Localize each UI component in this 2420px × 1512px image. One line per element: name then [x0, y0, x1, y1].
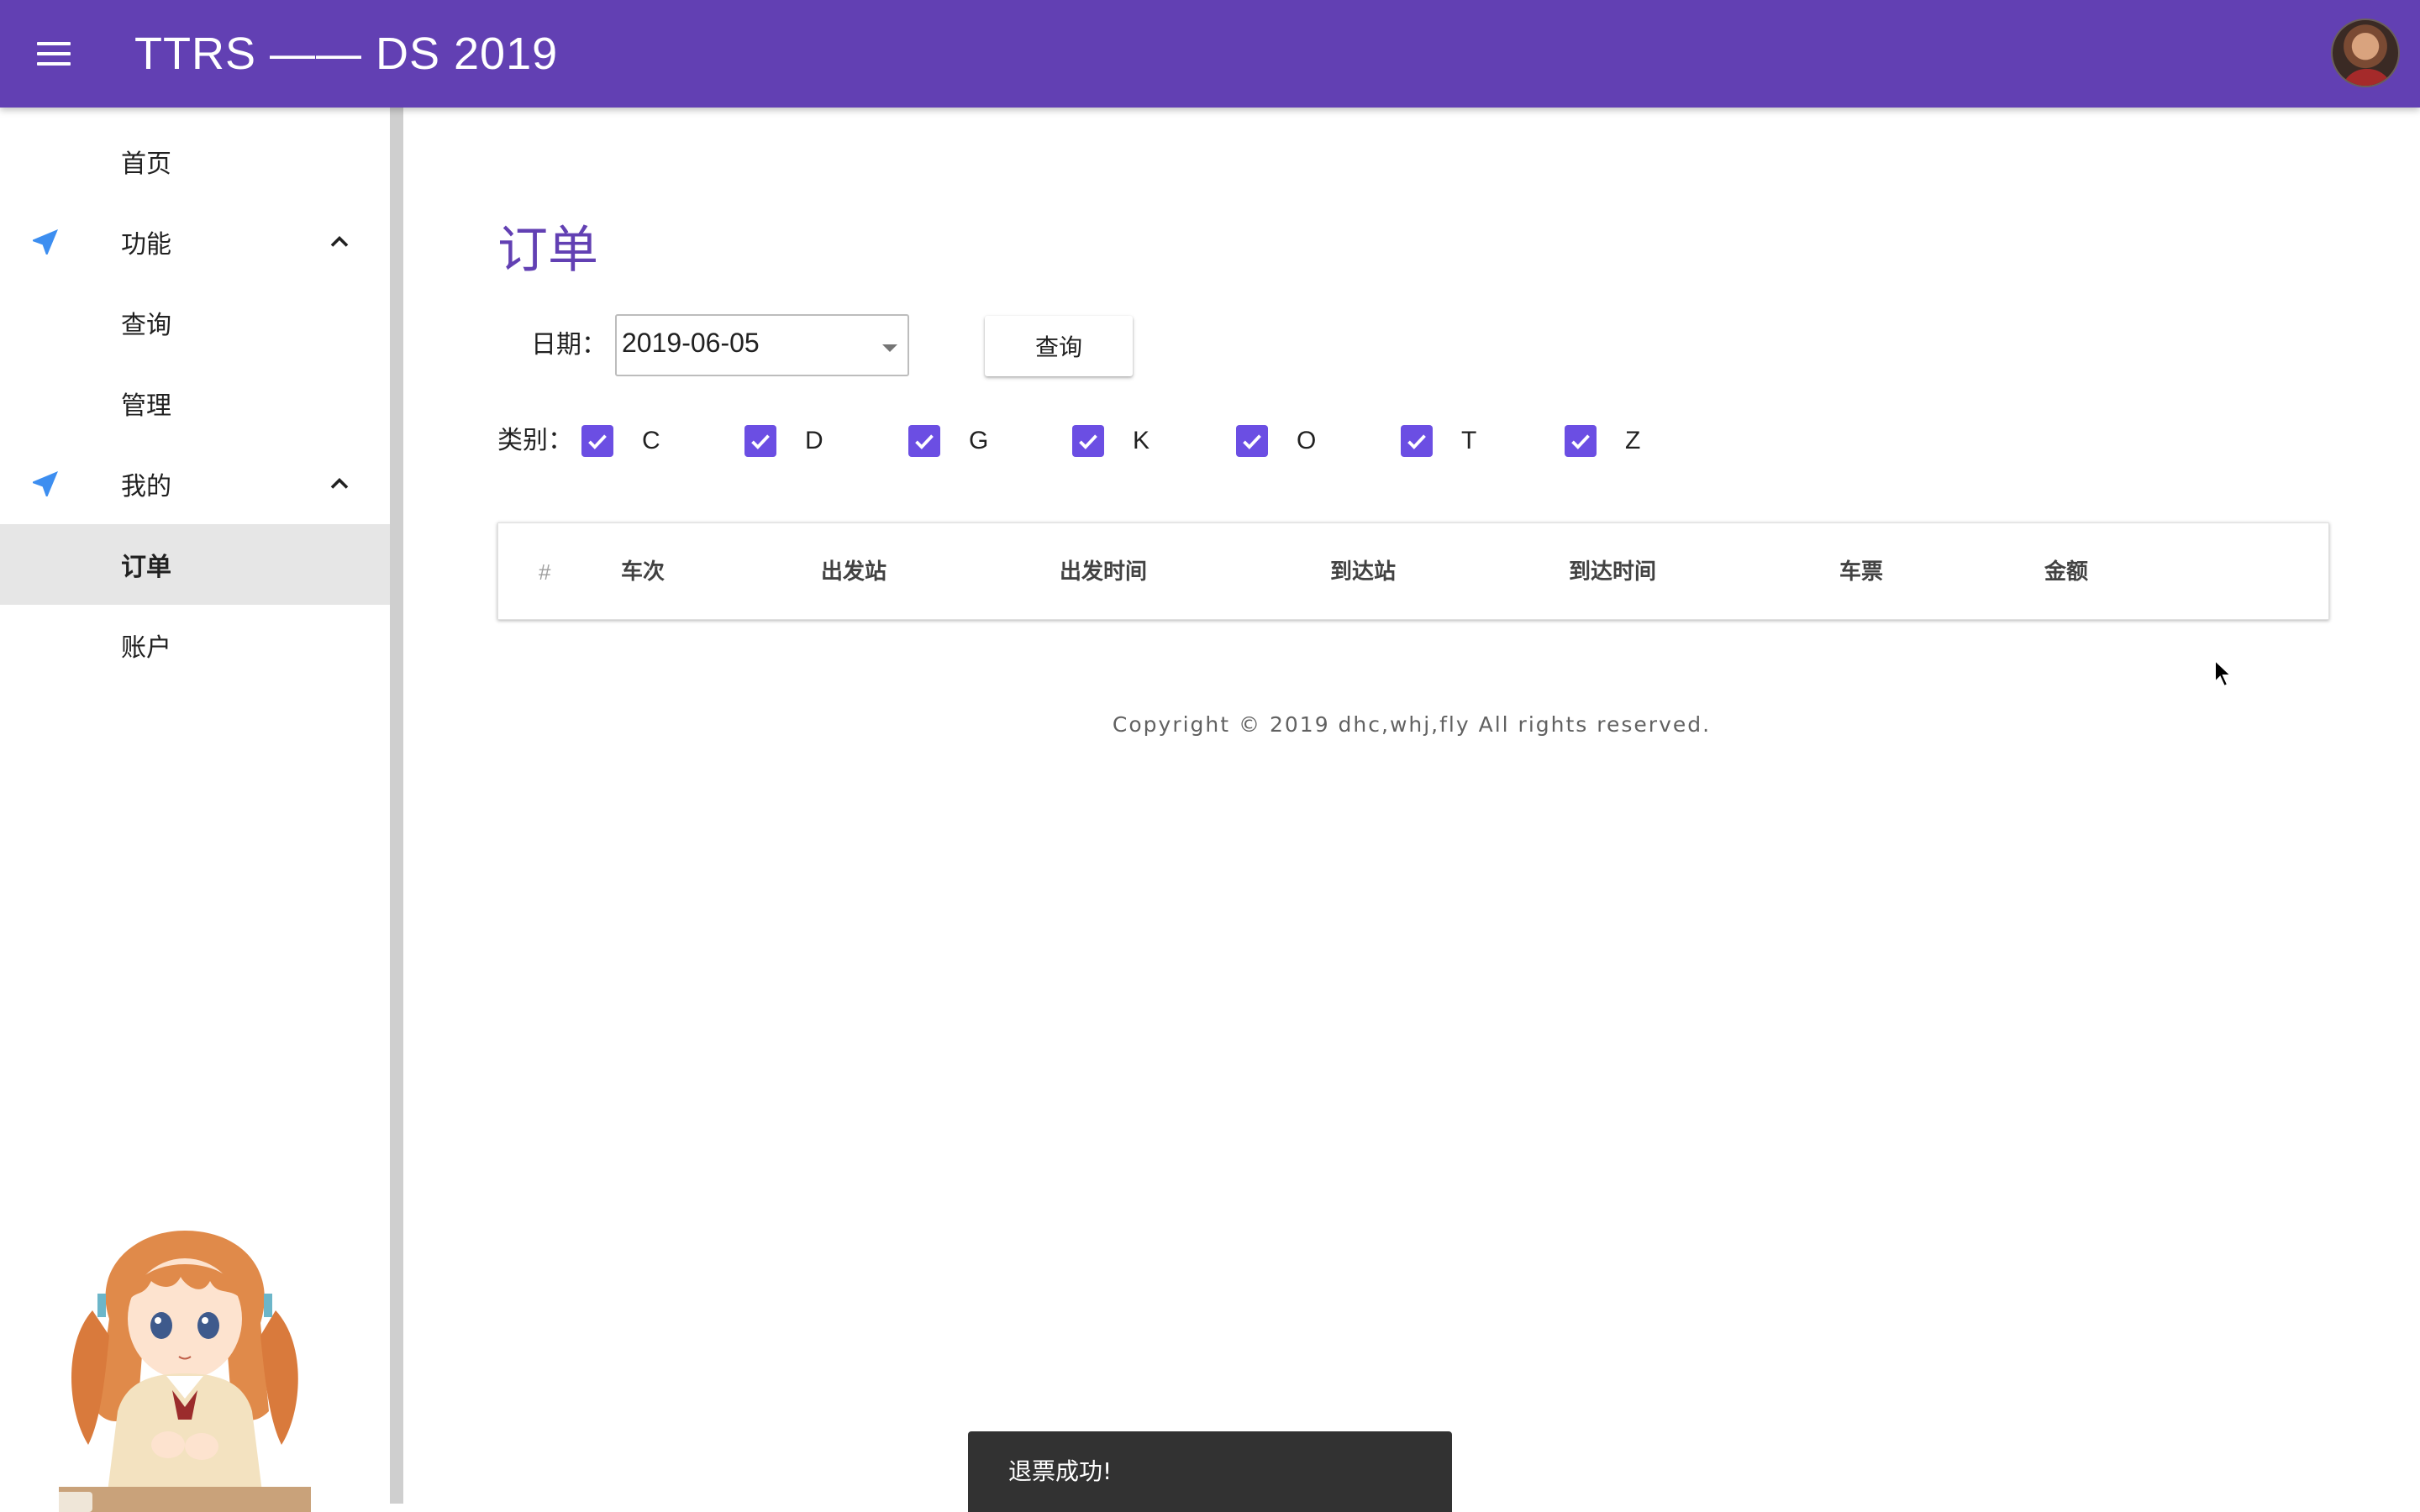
- category-text: D: [805, 427, 823, 454]
- date-label: 日期：: [531, 330, 607, 360]
- sidebar-item-account[interactable]: 账户: [0, 605, 390, 685]
- category-text: C: [642, 427, 660, 454]
- category-text: T: [1461, 427, 1477, 454]
- mascot-illustration: [59, 1231, 311, 1512]
- date-select-value: 2019-06-05: [622, 328, 760, 358]
- sidebar-item-label: 首页: [121, 150, 171, 179]
- table-header-ticket: 车票: [1839, 559, 1884, 585]
- sidebar-item-label: 管理: [121, 391, 171, 421]
- date-select[interactable]: 2019-06-05: [615, 314, 909, 376]
- category-text: O: [1297, 427, 1317, 454]
- table-header-arrival-time: 到达时间: [1569, 559, 1657, 585]
- checkbox-checked-icon[interactable]: [1072, 425, 1104, 457]
- sidebar-item-label: 我的: [121, 472, 171, 501]
- table-header-index: #: [539, 559, 551, 585]
- sidebar-item-label: 功能: [121, 230, 171, 260]
- sidebar-item-orders[interactable]: 订单: [0, 524, 390, 605]
- checkbox-checked-icon[interactable]: [1401, 425, 1433, 457]
- sidebar-item-label: 账户: [121, 633, 171, 663]
- sidebar-group-functions[interactable]: 功能: [0, 202, 390, 282]
- page-title: 订单: [497, 221, 598, 280]
- table-header-amount: 金额: [2044, 559, 2089, 585]
- table-header-arrival-station: 到达站: [1330, 559, 1397, 585]
- sidebar-scrollbar[interactable]: [390, 108, 403, 1504]
- category-label: 类别：: [497, 426, 573, 455]
- query-button[interactable]: 查询: [985, 316, 1133, 376]
- mouse-cursor-icon: [2214, 659, 2233, 688]
- app-title: TTRS —— DS 2019: [134, 29, 559, 79]
- orders-table: # 车次 出发站 出发时间 到达站 到达时间 车票 金额: [497, 522, 2329, 620]
- user-avatar[interactable]: [2331, 18, 2400, 87]
- copyright-text: Copyright © 2019 dhc,whj,fly All rights …: [1112, 712, 1712, 737]
- hamburger-menu-icon[interactable]: [24, 29, 84, 79]
- checkbox-checked-icon[interactable]: [1236, 425, 1268, 457]
- navigation-arrow-icon: [33, 229, 58, 255]
- snackbar-message: 退票成功!: [1008, 1457, 1113, 1485]
- navigation-arrow-icon: [33, 471, 58, 496]
- sidebar-item-manage[interactable]: 管理: [0, 363, 390, 444]
- dropdown-caret-icon: [882, 344, 897, 352]
- checkbox-checked-icon[interactable]: [581, 425, 613, 457]
- sidebar-item-label: 查询: [121, 311, 171, 340]
- category-text: Z: [1625, 427, 1641, 454]
- sidebar-item-query[interactable]: 查询: [0, 282, 390, 363]
- sidebar-item-home[interactable]: 首页: [0, 121, 390, 202]
- snackbar: 退票成功!: [968, 1431, 1452, 1512]
- checkbox-checked-icon[interactable]: [908, 425, 940, 457]
- app-bar: TTRS —— DS 2019: [0, 0, 2420, 108]
- chevron-up-icon[interactable]: [324, 227, 355, 257]
- table-header-train: 车次: [621, 559, 666, 585]
- checkbox-checked-icon[interactable]: [1565, 425, 1597, 457]
- table-header-departure-station: 出发站: [821, 559, 887, 585]
- sidebar-group-mine[interactable]: 我的: [0, 444, 390, 524]
- sidebar-item-label: 订单: [121, 553, 171, 582]
- table-header-departure-time: 出发时间: [1060, 559, 1148, 585]
- category-text: G: [969, 427, 989, 454]
- category-text: K: [1133, 427, 1150, 454]
- checkbox-checked-icon[interactable]: [744, 425, 776, 457]
- chevron-up-icon[interactable]: [324, 469, 355, 499]
